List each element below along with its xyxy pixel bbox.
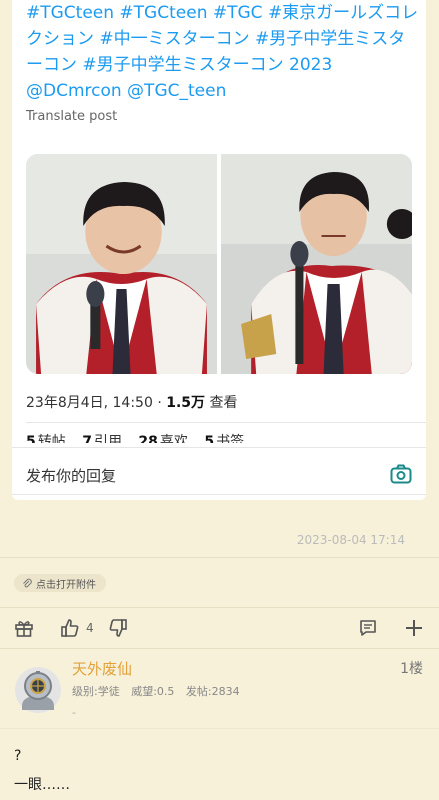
divider (0, 557, 439, 558)
user-signature: - (72, 706, 76, 719)
view-label: 查看 (205, 395, 238, 411)
photo-right-image (221, 154, 412, 374)
divider (0, 607, 439, 608)
user-post-count: 发帖:2834 (185, 685, 240, 698)
plus-icon[interactable] (404, 616, 424, 640)
tweet-photos (26, 154, 412, 374)
user-reputation: 威望:0.5 (131, 685, 175, 698)
tweet-date: 23年8月4日, 14:50 · (26, 395, 167, 411)
tweet-text[interactable]: #TGCteen #TGCteen #TGC #東京ガールズコレクション #中一… (26, 0, 421, 104)
divider (12, 447, 426, 448)
tweet-meta: 23年8月4日, 14:50 · 1.5万 查看 (26, 392, 238, 412)
username[interactable]: 天外废仙 (72, 658, 132, 679)
post-timestamp: 2023-08-04 17:14 (296, 533, 405, 547)
divider (0, 728, 439, 729)
attachment-button[interactable]: 点击打开附件 (14, 574, 106, 592)
thumbs-up-icon (61, 619, 79, 637)
divider (26, 422, 426, 423)
photo-right[interactable] (221, 154, 412, 374)
reply-post: 天外废仙 1楼 级别:学徒 威望:0.5 发帖:2834 - (0, 650, 439, 730)
comment-icon[interactable] (358, 616, 378, 640)
translate-link[interactable]: Translate post (26, 109, 117, 124)
stat-reposts[interactable]: 5 转帖 (26, 434, 66, 443)
stat-quotes[interactable]: 7 引用 (82, 434, 122, 443)
view-count: 1.5万 (166, 395, 206, 411)
thumbs-up-button[interactable]: 4 (60, 616, 94, 640)
user-level: 级别:学徒 (72, 685, 120, 698)
photo-left-image (26, 154, 217, 374)
gift-icon[interactable] (14, 616, 34, 640)
reply-input[interactable]: 发布你的回复 (26, 465, 116, 486)
stat-bookmarks[interactable]: 5 书签 (204, 434, 244, 443)
attachment-label: 点击打开附件 (36, 579, 96, 591)
photo-left[interactable] (26, 154, 217, 374)
thumbs-down-icon[interactable] (108, 616, 128, 640)
camera-icon[interactable] (390, 464, 412, 484)
user-stats: 级别:学徒 威望:0.5 发帖:2834 (72, 683, 248, 699)
reply-line-1: ? (14, 748, 22, 764)
divider (0, 648, 439, 649)
floor-number: 1楼 (400, 661, 423, 677)
divider (12, 494, 426, 495)
stat-likes[interactable]: 28 喜欢 (138, 434, 187, 443)
like-count: 4 (86, 621, 94, 635)
reply-line-2: 一眼…… (14, 777, 70, 793)
tweet-stats: 5 转帖 7 引用 28 喜欢 5 书签 (26, 431, 256, 443)
tweet-card: #TGCteen #TGCteen #TGC #東京ガールズコレクション #中一… (12, 0, 426, 500)
post-actions: 4 (0, 616, 439, 642)
paperclip-icon (23, 578, 32, 588)
avatar[interactable] (14, 666, 62, 714)
